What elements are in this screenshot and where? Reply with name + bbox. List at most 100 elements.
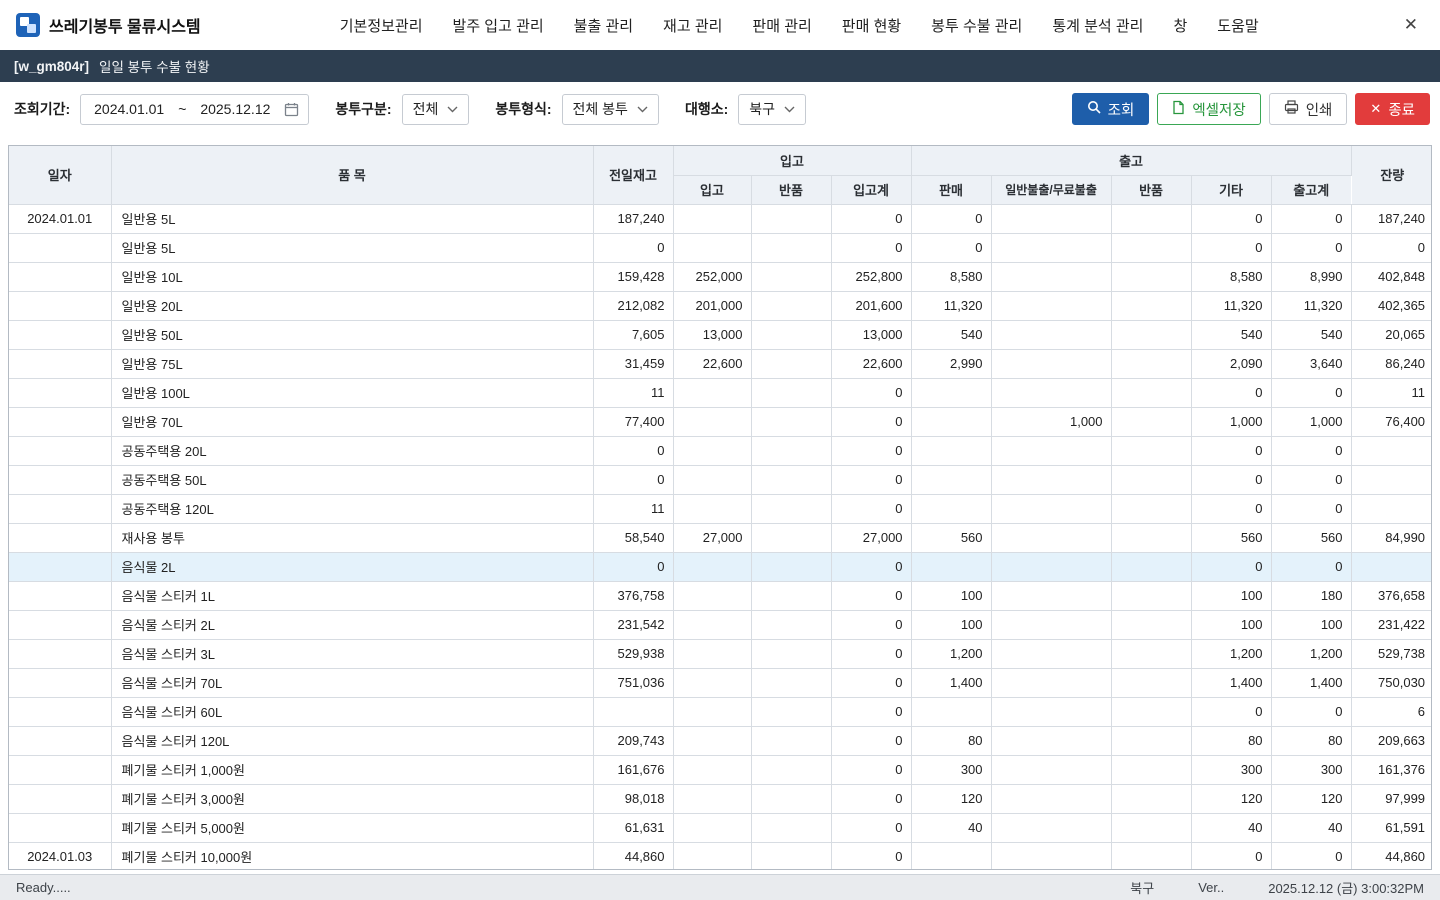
cell-in_qty: [673, 407, 751, 436]
cell-sale: 540: [911, 320, 991, 349]
table-row[interactable]: 음식물 스티커 60L0006: [9, 697, 1432, 726]
cell-etc: 100: [1191, 610, 1271, 639]
cell-item: 폐기물 스티커 1,000원: [111, 755, 593, 784]
cell-remain: 11: [1351, 378, 1432, 407]
table-row[interactable]: 음식물 스티커 120L209,7430808080209,663: [9, 726, 1432, 755]
status-agency: 북구: [1130, 878, 1154, 897]
cell-item: 폐기물 스티커 3,000원: [111, 784, 593, 813]
cell-in_return: [751, 436, 831, 465]
cell-out_total: 1,400: [1271, 668, 1351, 697]
cell-in_qty: [673, 552, 751, 581]
exit-button[interactable]: ✕ 종료: [1355, 93, 1430, 125]
search-button[interactable]: 조회: [1072, 93, 1150, 125]
table-row[interactable]: 일반용 50L7,60513,00013,00054054054020,065: [9, 320, 1432, 349]
table-row[interactable]: 2024.01.03폐기물 스티커 10,000원44,86000044,860: [9, 842, 1432, 870]
cell-item: 일반용 50L: [111, 320, 593, 349]
excel-save-button[interactable]: 엑셀저장: [1157, 93, 1260, 125]
menu-item-sales-mgmt[interactable]: 판매 관리: [752, 15, 811, 36]
cell-out_total: 11,320: [1271, 291, 1351, 320]
print-button[interactable]: 인쇄: [1269, 93, 1348, 125]
cell-issue: [991, 523, 1111, 552]
table-row[interactable]: 음식물 스티커 1L376,7580100100180376,658: [9, 581, 1432, 610]
cell-in_return: [751, 407, 831, 436]
table-row[interactable]: 음식물 2L0000: [9, 552, 1432, 581]
table-row[interactable]: 일반용 5L000000: [9, 233, 1432, 262]
table-row[interactable]: 일반용 20L212,082201,000201,60011,32011,320…: [9, 291, 1432, 320]
menu-item-help[interactable]: 도움말: [1217, 15, 1258, 36]
close-icon: ✕: [1370, 101, 1381, 117]
date-from-input[interactable]: 2024.01.01: [90, 101, 168, 117]
cell-out_return: [1111, 436, 1191, 465]
cell-in_qty: [673, 378, 751, 407]
table-row[interactable]: 공동주택용 120L11000: [9, 494, 1432, 523]
cell-issue: [991, 813, 1111, 842]
col-header-in-return: 반품: [751, 175, 831, 204]
cell-item: 일반용 20L: [111, 291, 593, 320]
cell-in_total: 0: [831, 494, 911, 523]
table-row[interactable]: 공동주택용 20L0000: [9, 436, 1432, 465]
cell-in_qty: [673, 697, 751, 726]
cell-in_qty: 27,000: [673, 523, 751, 552]
cell-in_qty: [673, 784, 751, 813]
cell-remain: 84,990: [1351, 523, 1432, 552]
table-row[interactable]: 음식물 스티커 2L231,5420100100100231,422: [9, 610, 1432, 639]
table-row[interactable]: 일반용 100L1100011: [9, 378, 1432, 407]
cell-prev_stock: 98,018: [593, 784, 673, 813]
menu-item-sales-status[interactable]: 판매 현황: [842, 15, 901, 36]
date-to-input[interactable]: 2025.12.12: [196, 101, 274, 117]
table-row[interactable]: 일반용 75L31,45922,60022,6002,9902,0903,640…: [9, 349, 1432, 378]
bag-form-value: 전체 봉투: [573, 99, 628, 119]
date-range-field[interactable]: 2024.01.01 ~ 2025.12.12: [80, 94, 309, 125]
cell-etc: 2,090: [1191, 349, 1271, 378]
calendar-icon[interactable]: [284, 102, 299, 117]
menu-item-issue[interactable]: 불출 관리: [574, 15, 633, 36]
table-row[interactable]: 폐기물 스티커 1,000원161,6760300300300161,376: [9, 755, 1432, 784]
cell-issue: [991, 494, 1111, 523]
window-close-icon[interactable]: ✕: [1398, 13, 1424, 37]
cell-issue: [991, 320, 1111, 349]
cell-in_return: [751, 262, 831, 291]
menu-item-statistics[interactable]: 통계 분석 관리: [1052, 15, 1143, 36]
table-row[interactable]: 재사용 봉투58,54027,00027,00056056056084,990: [9, 523, 1432, 552]
cell-out_return: [1111, 668, 1191, 697]
cell-in_qty: [673, 204, 751, 233]
cell-date: [9, 494, 111, 523]
table-row[interactable]: 일반용 70L77,40001,0001,0001,00076,400: [9, 407, 1432, 436]
table-row[interactable]: 음식물 스티커 3L529,93801,2001,2001,200529,738: [9, 639, 1432, 668]
cell-prev_stock: 161,676: [593, 755, 673, 784]
cell-date: [9, 813, 111, 842]
cell-in_return: [751, 639, 831, 668]
cell-in_return: [751, 842, 831, 870]
cell-out_return: [1111, 465, 1191, 494]
table-row[interactable]: 일반용 10L159,428252,000252,8008,5808,5808,…: [9, 262, 1432, 291]
cell-prev_stock: 0: [593, 436, 673, 465]
cell-out_return: [1111, 320, 1191, 349]
cell-out_return: [1111, 291, 1191, 320]
table-row[interactable]: 2024.01.01일반용 5L187,2400000187,240: [9, 204, 1432, 233]
table-row[interactable]: 음식물 스티커 70L751,03601,4001,4001,400750,03…: [9, 668, 1432, 697]
menu-item-bag-ledger[interactable]: 봉투 수불 관리: [931, 15, 1022, 36]
cell-out_total: 0: [1271, 842, 1351, 870]
bag-type-select[interactable]: 전체: [402, 94, 470, 125]
cell-out_total: 1,000: [1271, 407, 1351, 436]
bag-form-select[interactable]: 전체 봉투: [562, 94, 659, 125]
table-row[interactable]: 공동주택용 50L0000: [9, 465, 1432, 494]
cell-prev_stock: 31,459: [593, 349, 673, 378]
menu-item-order-inbound[interactable]: 발주 입고 관리: [453, 15, 544, 36]
menu-item-inventory[interactable]: 재고 관리: [663, 15, 722, 36]
agency-value: 북구: [749, 99, 775, 119]
table-row[interactable]: 폐기물 스티커 3,000원98,018012012012097,999: [9, 784, 1432, 813]
cell-issue: [991, 291, 1111, 320]
cell-issue: [991, 262, 1111, 291]
menu-item-window[interactable]: 창: [1173, 15, 1187, 36]
table-row[interactable]: 폐기물 스티커 5,000원61,631040404061,591: [9, 813, 1432, 842]
cell-out_return: [1111, 407, 1191, 436]
cell-out_return: [1111, 581, 1191, 610]
menu-item-basic-info[interactable]: 기본정보관리: [340, 15, 423, 36]
cell-item: 공동주택용 20L: [111, 436, 593, 465]
agency-select[interactable]: 북구: [738, 94, 806, 125]
cell-in_total: 13,000: [831, 320, 911, 349]
date-tilde: ~: [178, 101, 186, 117]
cell-item: 일반용 5L: [111, 204, 593, 233]
col-header-item: 품 목: [111, 146, 593, 204]
